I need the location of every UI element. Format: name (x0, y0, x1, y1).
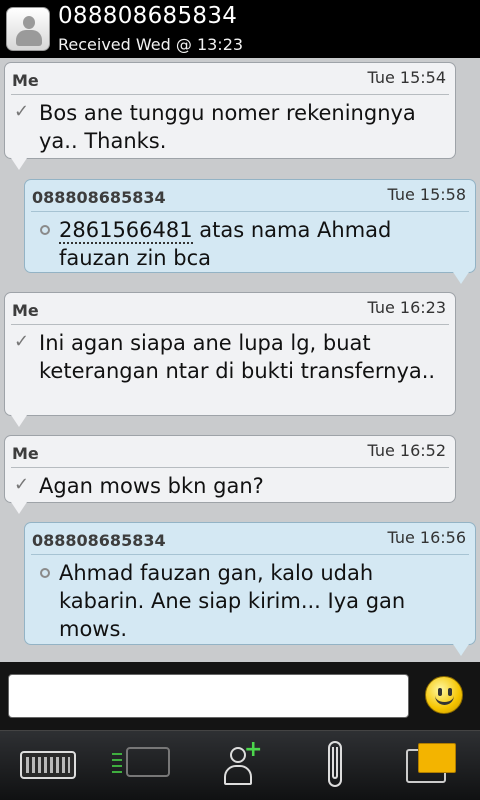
message-bubble[interactable]: 088808685834 Tue 16:56 Ahmad fauzan gan,… (24, 522, 476, 656)
plus-icon: + (244, 737, 263, 762)
message-sender: Me (12, 71, 39, 90)
chat-header: 088808685834 Received Wed @ 13:23 (0, 0, 480, 58)
message-bubble[interactable]: 088808685834 Tue 15:58 2861566481 atas n… (24, 179, 476, 284)
received-dot-icon (40, 225, 50, 235)
message-input[interactable] (8, 674, 409, 718)
smiley-mouth (435, 692, 454, 705)
message-time: Tue 16:52 (367, 441, 446, 460)
keyboard-button[interactable] (0, 731, 96, 800)
message-text: Agan mows bkn gan? (39, 474, 264, 498)
message-text: 2861566481 atas nama Ahmad fauzan zin bc… (59, 216, 463, 272)
delivered-check-icon: ✓ (14, 331, 30, 352)
delivered-check-icon: ✓ (14, 474, 30, 495)
keyboard-keys (26, 757, 70, 773)
message-divider (11, 94, 449, 95)
message-time: Tue 15:54 (367, 68, 446, 87)
received-status: Received Wed @ 13:23 (58, 35, 244, 54)
message-sender: 088808685834 (32, 188, 166, 207)
switch-chats-front-icon (418, 743, 456, 773)
received-dot-icon (40, 568, 50, 578)
chat-icon (126, 747, 170, 777)
bubble-tail (11, 415, 27, 427)
message-composer (0, 662, 480, 730)
message-divider (31, 211, 469, 212)
smiley-icon[interactable] (425, 676, 463, 714)
avatar-head (23, 16, 35, 29)
avatar-body (16, 30, 42, 46)
message-bubble[interactable]: Me Tue 16:23 ✓ Ini agan siapa ane lupa l… (4, 292, 456, 427)
message-divider (31, 554, 469, 555)
add-contact-body-icon (224, 765, 252, 785)
message-bubble[interactable]: Me Tue 15:54 ✓ Bos ane tunggu nomer reke… (4, 62, 456, 170)
bubble-tail (453, 644, 469, 656)
attachment-inner-icon (332, 747, 338, 779)
message-divider (11, 324, 449, 325)
message-time: Tue 16:56 (387, 528, 466, 547)
message-bubble[interactable]: Me Tue 16:52 ✓ Agan mows bkn gan? (4, 435, 456, 514)
message-time: Tue 15:58 (387, 185, 466, 204)
message-sender: Me (12, 301, 39, 320)
contact-avatar[interactable] (6, 7, 50, 51)
message-divider (11, 467, 449, 468)
message-time: Tue 16:23 (367, 298, 446, 317)
bubble-tail (453, 272, 469, 284)
bottom-toolbar: + (0, 730, 480, 800)
bubble-tail (11, 158, 27, 170)
keyboard-icon (20, 751, 76, 779)
contact-name: 088808685834 (58, 3, 238, 29)
message-text: Ahmad fauzan gan, kalo udah kabarin. Ane… (59, 561, 406, 641)
delivered-check-icon: ✓ (14, 101, 30, 122)
bubble-tail (11, 502, 27, 514)
account-number-link[interactable]: 2861566481 (59, 218, 193, 244)
chat-lines-icon (112, 753, 122, 773)
message-sender: Me (12, 444, 39, 463)
message-sender: 088808685834 (32, 531, 166, 550)
message-text: Bos ane tunggu nomer rekeningnya ya.. Th… (39, 101, 416, 153)
message-text: Ini agan siapa ane lupa lg, buat keteran… (39, 331, 436, 383)
